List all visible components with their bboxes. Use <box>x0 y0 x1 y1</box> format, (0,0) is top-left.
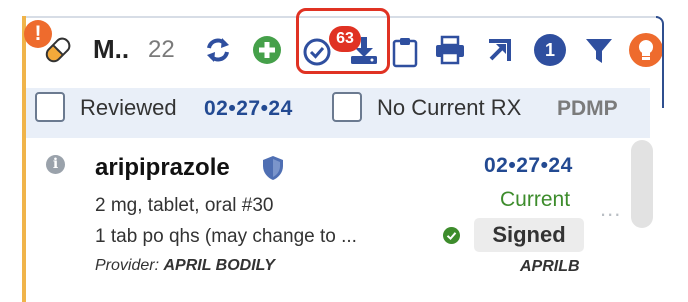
signer-name: APRILB <box>520 258 580 275</box>
medication-date: 02•27•24 <box>484 154 573 177</box>
more-options[interactable]: ... <box>600 196 621 222</box>
provider-prefix: Provider: <box>95 257 160 274</box>
reviewed-checkbox[interactable] <box>35 92 65 122</box>
filter-icon[interactable] <box>584 36 614 66</box>
no-current-rx-label: No Current RX <box>377 95 522 120</box>
no-current-rx-checkbox[interactable] <box>332 92 362 122</box>
refresh-icon[interactable] <box>204 36 232 64</box>
scrollbar-thumb[interactable] <box>631 140 653 228</box>
drug-name[interactable]: aripiprazole <box>95 154 230 182</box>
reviewed-date: 02•27•24 <box>204 97 293 120</box>
clipboard-icon[interactable] <box>392 36 418 68</box>
sig-text: 1 tab po qhs (may change to ... <box>95 226 357 247</box>
signed-badge: Signed <box>474 218 584 252</box>
medication-count: 22 <box>148 36 175 63</box>
add-icon[interactable] <box>252 35 282 65</box>
reviewed-label: Reviewed <box>80 95 177 120</box>
dose-text: 2 mg, tablet, oral #30 <box>95 195 274 216</box>
section-title: M.. <box>93 34 130 64</box>
provider-line: Provider: APRIL BODILY <box>95 257 275 275</box>
provider-name: APRIL BODILY <box>163 257 275 274</box>
export-icon[interactable] <box>486 36 514 64</box>
shield-icon <box>263 156 283 180</box>
print-icon[interactable] <box>434 35 466 65</box>
pill-icon <box>45 37 71 63</box>
pdmp-link[interactable]: PDMP <box>557 97 618 121</box>
notification-badge[interactable]: 1 <box>534 34 566 66</box>
panel-left-accent <box>22 16 26 302</box>
download-count-badge: 63 <box>329 26 361 52</box>
info-icon[interactable]: i <box>46 155 65 174</box>
medication-status: Current <box>500 188 571 211</box>
lightbulb-icon[interactable] <box>628 32 662 68</box>
check-icon <box>443 227 460 244</box>
